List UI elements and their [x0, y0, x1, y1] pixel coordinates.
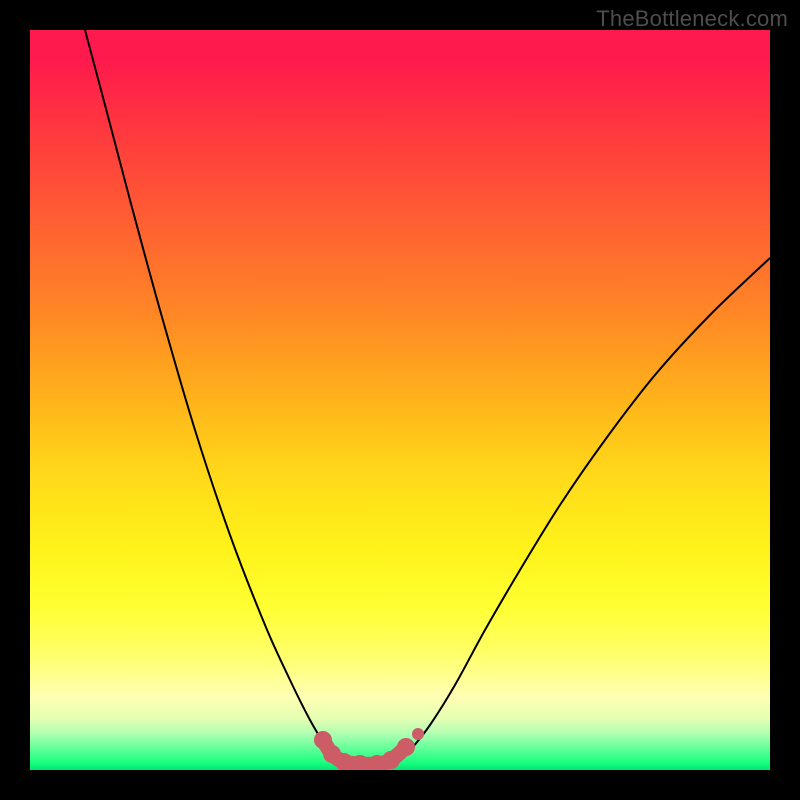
bottleneck-chart	[30, 30, 770, 770]
trough-marker-dots	[314, 728, 424, 770]
watermark-text: TheBottleneck.com	[596, 6, 788, 32]
trough-marker-dot	[397, 738, 415, 756]
trough-marker-dot	[382, 751, 400, 769]
trough-marker-dot	[412, 728, 424, 740]
chart-plot-area	[30, 30, 770, 770]
bottleneck-curve-line	[85, 30, 770, 768]
